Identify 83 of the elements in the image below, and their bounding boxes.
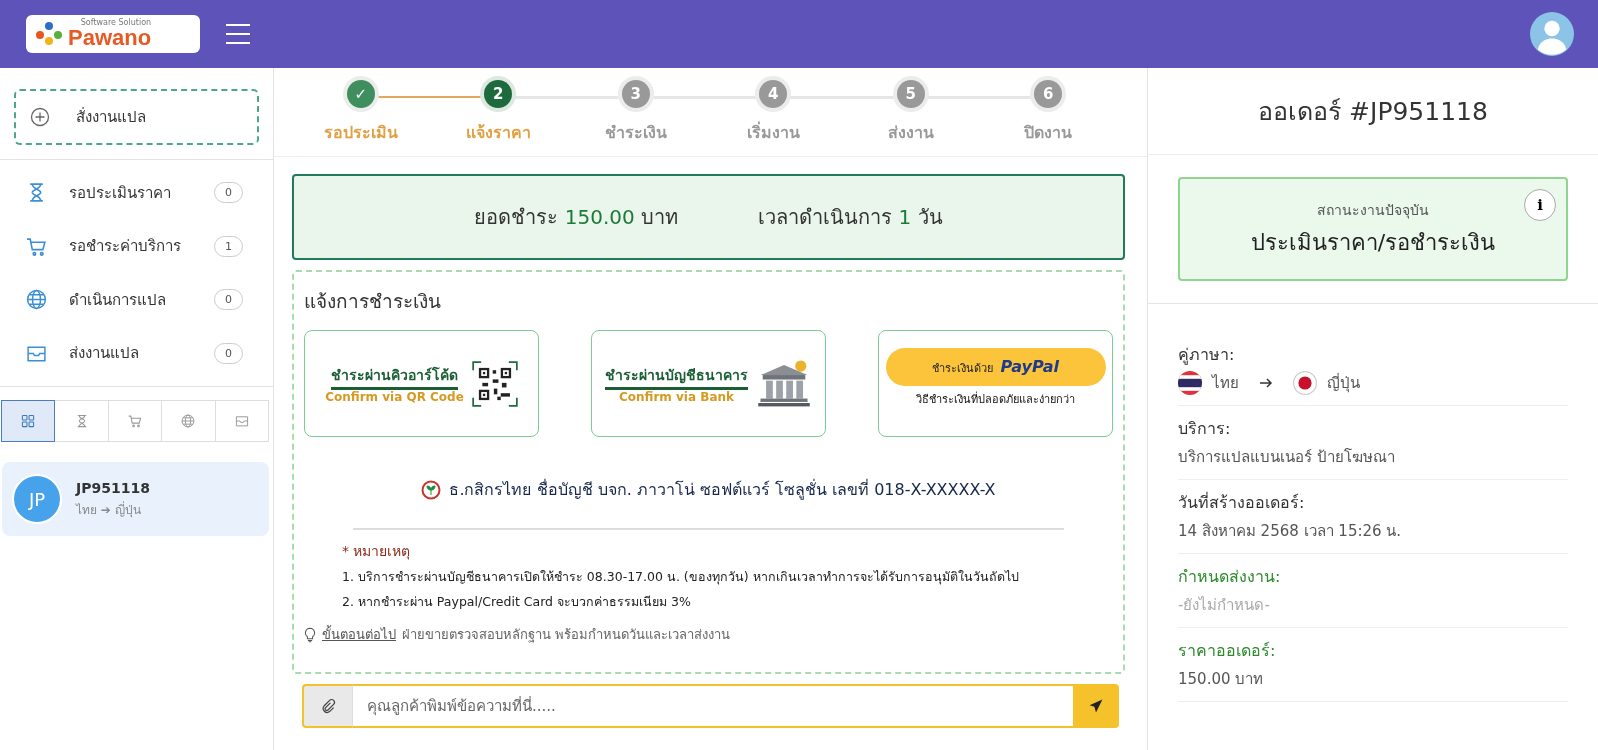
field-value: 14 สิงหาคม 2568 เวลา 15:26 น. [1178, 521, 1403, 542]
people-logo-icon [34, 21, 64, 47]
logo[interactable]: Software Solution Pawano [26, 15, 200, 53]
cart-icon [128, 414, 142, 428]
field-label: วันที่สร้างออเดอร์: [1178, 491, 1306, 514]
sidebar-item-label: รอประเมินราคา [69, 182, 172, 204]
menu-icon[interactable] [226, 24, 250, 44]
payment-option-card[interactable]: ชำระผ่านบัญชีธนาคาร Confirm via Bank [591, 330, 826, 437]
source-language: ไทย [1212, 373, 1239, 394]
status-label: สถานะงานปัจจุบัน [1317, 200, 1429, 221]
field-value: 150.00 บาท [1178, 669, 1265, 690]
step-marker: 3 [621, 80, 650, 108]
note-title: * หมายเหตุ [342, 542, 412, 562]
next-step-link[interactable]: ขั้นตอนต่อไป [322, 624, 396, 645]
attach-button[interactable] [302, 684, 352, 728]
plus-circle-icon [30, 107, 50, 127]
step-label: เริ่มงาน [746, 120, 800, 144]
arrow-right-icon [1259, 378, 1273, 388]
sidebar-item[interactable]: ดำเนินการแปล 0 [0, 273, 273, 327]
duration-text: เวลาดำเนินการ 1 วัน [758, 204, 943, 231]
step-marker: ✓ [346, 80, 375, 108]
payment-option-subtitle: Confirm via Bank [618, 389, 735, 404]
bank-building-icon [756, 358, 812, 409]
sidebar-item[interactable]: ส่งงานแปล 0 [0, 326, 273, 380]
order-title: ออเดอร์ #JP951118 [1148, 68, 1598, 155]
order-id: JP951118 [76, 479, 150, 496]
step-label: รอประเมิน [323, 122, 398, 144]
field-label: คู่ภาษา: [1178, 344, 1236, 367]
send-button[interactable] [1073, 684, 1119, 728]
globe-icon [26, 289, 47, 311]
sidebar-item-label: ส่งงานแปล [69, 343, 140, 365]
lightbulb-icon [304, 626, 316, 643]
field-label: ราคาออเดอร์: [1178, 640, 1277, 662]
sidebar-item-label: ดำเนินการแปล [69, 289, 167, 311]
section-title: แจ้งการชำระเงิน [304, 289, 442, 314]
next-step-text: ฝ่ายขายตรวจสอบหลักฐาน พร้อมกำหนดวันและเวลาส่งงาน [402, 626, 731, 645]
field-label: กำหนดส่งงาน: [1178, 566, 1282, 588]
cart-icon [26, 235, 47, 257]
paperclip-icon [320, 698, 336, 714]
step-label: ส่งงาน [887, 122, 934, 144]
filter-tab[interactable] [1, 400, 56, 442]
avatar-initials: JP [12, 474, 62, 524]
payment-option-title: ชำระผ่านบัญชีธนาคาร [605, 363, 748, 390]
bank-logo-icon [421, 479, 442, 500]
grid-icon [21, 414, 36, 428]
new-order-button[interactable]: สั่งงานแปล [14, 89, 259, 145]
field-value: -ยังไม่กำหนด- [1178, 595, 1271, 616]
step-marker: 6 [1034, 80, 1063, 108]
step-marker: 2 [484, 80, 513, 108]
step-marker: 4 [759, 80, 788, 108]
payment-option-subtitle: Confirm via QR Code [325, 389, 464, 404]
send-icon [1088, 698, 1104, 714]
note-text: 2. หากชำระผ่าน Paypal/Credit Card จะบวกค่าธรรมเนียม 3% [342, 593, 692, 611]
step-label: แจ้งราคา [465, 122, 531, 144]
inbox-icon [234, 414, 249, 428]
user-avatar-icon[interactable] [1530, 12, 1574, 56]
sidebar-item[interactable]: รอประเมินราคา 0 [0, 166, 273, 220]
logo-tagline: Software Solution [80, 19, 152, 27]
payment-option-card[interactable]: ชำระเงินด้วย PayPal วิธีชำระเงินที่ปลอดภัยและง่ายกว่า [878, 330, 1113, 437]
info-button[interactable]: i [1524, 189, 1556, 221]
japan-flag-icon [1293, 371, 1317, 395]
qr-code-icon [471, 360, 518, 407]
target-language: ญี่ปุ่น [1327, 372, 1360, 395]
amount-text: ยอดชำระ 150.00 บาท [474, 204, 679, 231]
step-marker: 5 [896, 80, 925, 108]
paypal-button[interactable]: ชำระเงินด้วย PayPal [885, 347, 1106, 386]
note-text: 1. บริการชำระผ่านบัญชีธนาคารเปิดให้ชำระ 08.30-17.00 น. (ของทุกวัน) หากเกินเวลาทำการจะได้รับการอนุมัติในวันถัดไป [342, 568, 1020, 587]
thai-flag-icon [1178, 371, 1202, 395]
order-list-item[interactable]: JP JP951118 ไทย ➔ ญี่ปุ่น [2, 462, 269, 536]
globe-icon [181, 414, 196, 428]
payment-option-title: ชำระผ่านคิวอาร์โค้ด [331, 363, 458, 390]
step-label: ปิดงาน [1024, 122, 1073, 144]
status-value: ประเมินราคา/รอชำระเงิน [1250, 228, 1496, 257]
language-route: ไทย ➔ ญี่ปุ่น [76, 500, 142, 519]
payment-caption: วิธีชำระเงินที่ปลอดภัยและง่ายกว่า [916, 390, 1075, 408]
sidebar-item[interactable]: รอชำระค่าบริการ 1 [0, 219, 273, 273]
step-label: ชำระเงิน [604, 122, 667, 144]
bank-account-text: ธ.กสิกรไทย ชื่อบัญชี บจก. ภาวาโน่ ซอฟต์แวร์ โซลูชั่น เลขที่ 018-X-XXXXX-X [449, 478, 996, 502]
sidebar-item-label: รอชำระค่าบริการ [69, 236, 182, 258]
payment-option-card[interactable]: ชำระผ่านคิวอาร์โค้ด Confirm via QR Code [304, 330, 539, 437]
field-label: บริการ: [1178, 418, 1232, 440]
logo-text: Pawano [68, 27, 152, 49]
field-value: บริการแปลแบนเนอร์ ป้ายโฆษณา [1178, 447, 1396, 468]
